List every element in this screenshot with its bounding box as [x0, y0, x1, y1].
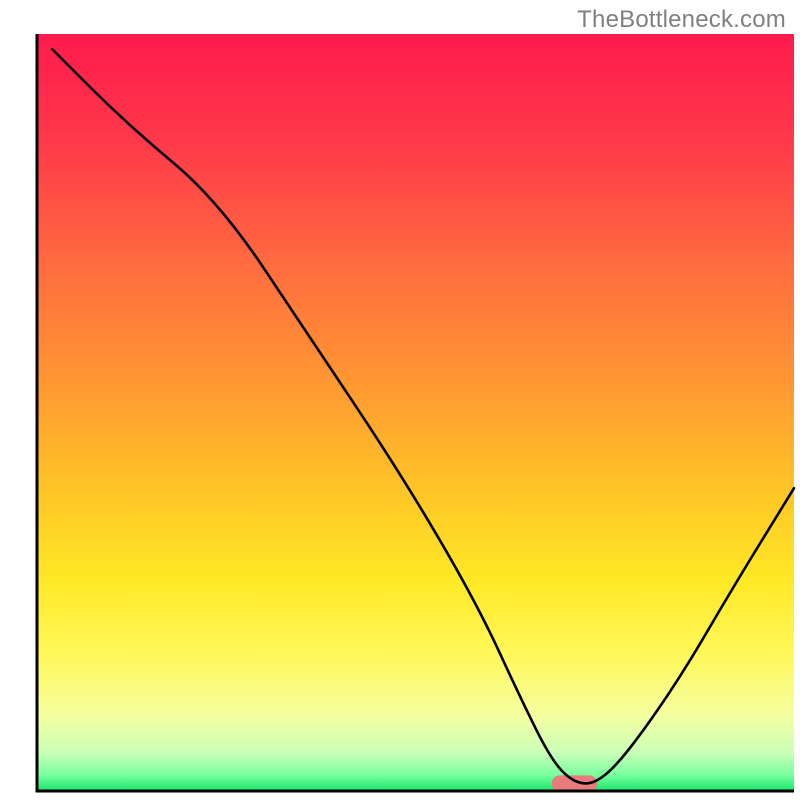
watermark-text: TheBottleneck.com	[577, 6, 786, 34]
bottleneck-chart	[0, 0, 800, 800]
chart-container: TheBottleneck.com	[0, 0, 800, 800]
